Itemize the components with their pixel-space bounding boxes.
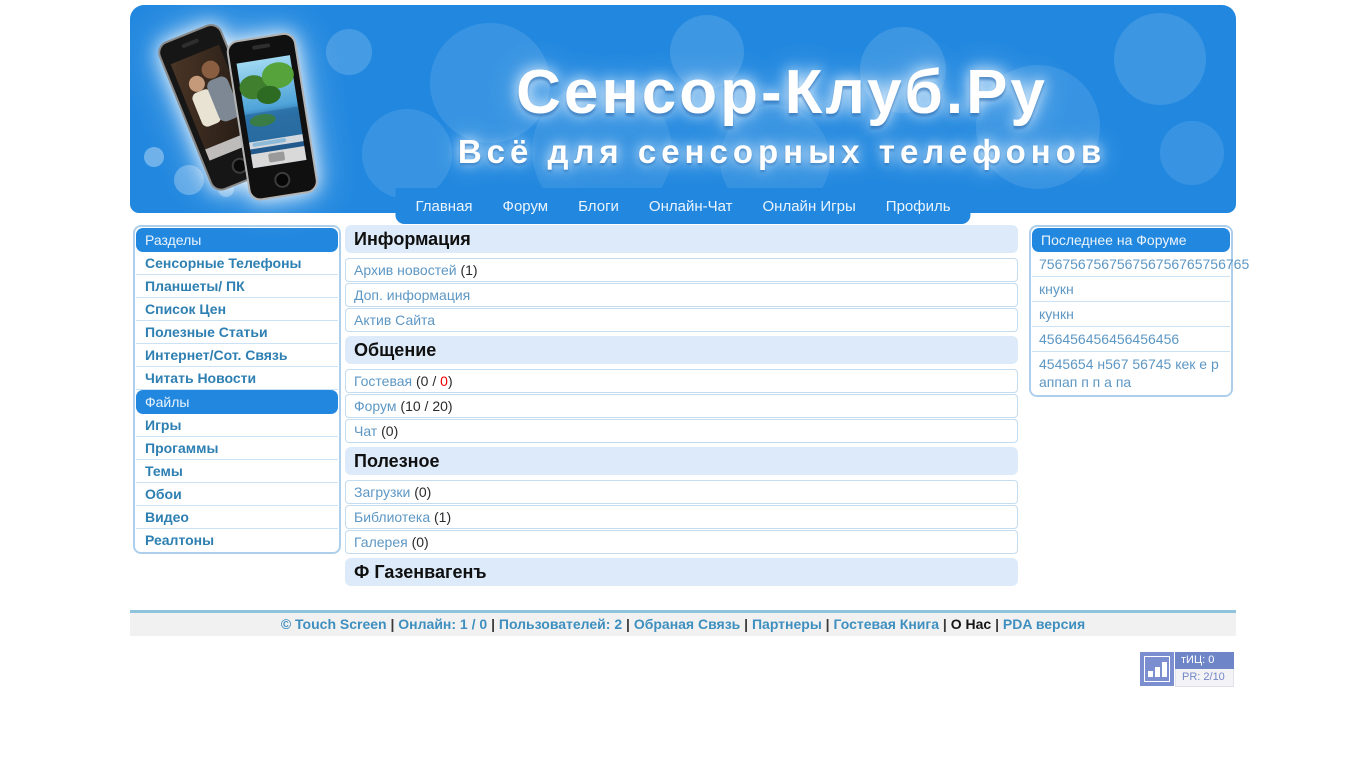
nav-item[interactable]: Онлайн Игры (763, 198, 856, 215)
tic-value: тИЦ: 0 (1175, 652, 1234, 669)
footer-separator: | (487, 616, 499, 632)
nav-item[interactable]: Профиль (886, 198, 951, 215)
forum-latest-item[interactable]: кнукн (1032, 277, 1230, 302)
section-row-link[interactable]: Загрузки (354, 484, 410, 500)
sidebar-item[interactable]: Видео (136, 506, 338, 529)
section-row-link[interactable]: Галерея (354, 534, 408, 550)
sidebar-item[interactable]: Полезные Статьи (136, 321, 338, 344)
sidebar-group-header: Файлы (136, 390, 338, 414)
section-row-link[interactable]: Доп. информация (354, 287, 470, 303)
footer-bar: © Touch Screen | Онлайн: 1 / 0 | Пользов… (130, 610, 1236, 636)
section-row[interactable]: Галерея (0) (345, 530, 1018, 554)
section-row[interactable]: Чат (0) (345, 419, 1018, 443)
section-row-link[interactable]: Актив Сайта (354, 312, 435, 328)
left-sidebar: Разделы Сенсорные Телефоны Планшеты/ ПК Спи… (133, 225, 341, 554)
forum-latest-list: 756756756756756756765756765 кнукн кункн 456… (1032, 252, 1249, 394)
section-row[interactable]: Актив Сайта (345, 308, 1018, 332)
section-row-link[interactable]: Архив новостей (354, 262, 457, 278)
section-row-link[interactable]: Форум (354, 398, 397, 414)
section-row-link[interactable]: Библиотека (354, 509, 430, 525)
footer-separator: | (622, 616, 634, 632)
footer-link[interactable]: Пользователей: 2 (499, 616, 622, 632)
forum-latest-item[interactable]: кункн (1032, 302, 1230, 327)
site-title: Сенсор-Клуб.Ру (516, 58, 1048, 127)
forum-latest-header: Последнее на Форуме (1032, 228, 1230, 252)
section-row[interactable]: Архив новостей (1) (345, 258, 1018, 282)
section-row[interactable]: Гостевая (0 / 0) (345, 369, 1018, 393)
badge-values: тИЦ: 0 PR: 2/10 (1175, 652, 1234, 687)
section-row-link[interactable]: Чат (354, 423, 377, 439)
nav-item[interactable]: Главная (415, 198, 472, 215)
sidebar-item[interactable]: Планшеты/ ПК (136, 275, 338, 298)
sidebar-item[interactable]: Читать Новости (136, 367, 338, 390)
site-subtitle: Всё для сенсорных телефонов (457, 133, 1107, 170)
section-row-count: (0) (411, 534, 429, 550)
section-header: Информация (345, 225, 1018, 253)
badge-row: тИЦ: 0 PR: 2/10 (130, 652, 1236, 687)
section-row-count: (1) (434, 509, 452, 525)
footer-link[interactable]: Партнеры (752, 616, 822, 632)
section-header: Ф Газенвагенъ (345, 558, 1018, 586)
main-nav: Главная Форум Блоги Онлайн-Чат Онлайн Игры Пр… (395, 188, 971, 224)
nav-item[interactable]: Блоги (578, 198, 619, 215)
footer-link[interactable]: Обраная Связь (634, 616, 740, 632)
footer-separator: | (740, 616, 752, 632)
section-row-count: 0 (440, 373, 448, 389)
section-row-count: (0 / (416, 373, 441, 389)
nav-item[interactable]: Онлайн-Чат (649, 198, 733, 215)
sidebar-item[interactable]: Интернет/Сот. Связь (136, 344, 338, 367)
section-row-count: (10 / 20) (400, 398, 453, 414)
site-header: Сенсор-Клуб.Ру Всё для сенсорных телефон… (130, 5, 1236, 224)
forum-latest-item[interactable]: 4545654 н567 56745 кек е р аппап п п а п… (1032, 352, 1230, 394)
section-row-link[interactable]: Гостевая (354, 373, 412, 389)
footer-link[interactable]: © Touch Screen (281, 616, 387, 632)
forum-latest-item[interactable]: 456456456456456456 (1032, 327, 1230, 352)
footer-link[interactable]: PDA версия (1003, 616, 1085, 632)
sidebar-item[interactable]: Темы (136, 460, 338, 483)
pr-value: PR: 2/10 (1175, 669, 1234, 687)
footer-separator: | (386, 616, 399, 632)
sidebar-item[interactable]: Реалтоны (136, 529, 338, 551)
section-row[interactable]: Форум (10 / 20) (345, 394, 1018, 418)
sidebar-item[interactable]: Список Цен (136, 298, 338, 321)
footer-separator: | (821, 616, 834, 632)
footer-link[interactable]: Онлайн: 1 / 0 (398, 616, 487, 632)
section-row-count: (1) (460, 262, 478, 278)
forum-latest-item[interactable]: 756756756756756756765756765 (1032, 252, 1249, 277)
bar-chart-icon (1140, 652, 1174, 686)
sidebar-group-header: Разделы (136, 228, 338, 252)
footer-separator: | (991, 616, 1003, 632)
footer-separator: | (939, 616, 951, 632)
sidebar-item[interactable]: Прогаммы (136, 437, 338, 460)
right-sidebar: Последнее на Форуме 75675675675675675676… (1029, 225, 1249, 397)
sidebar-item[interactable]: Обои (136, 483, 338, 506)
rating-badge[interactable]: тИЦ: 0 PR: 2/10 (1140, 652, 1234, 687)
section-row[interactable]: Доп. информация (345, 283, 1018, 307)
section-header: Общение (345, 336, 1018, 364)
section-header: Полезное (345, 447, 1018, 475)
content-columns: Разделы Сенсорные Телефоны Планшеты/ ПК Спи… (130, 225, 1249, 591)
footer-link[interactable]: Гостевая Книга (834, 616, 940, 632)
section-row-count: ) (447, 373, 453, 389)
main-content: Информация Архив новостей (1) Доп. информа… (345, 225, 1018, 591)
section-row-count: (0) (414, 484, 432, 500)
phones-logo-image (158, 11, 330, 207)
section-row[interactable]: Библиотека (1) (345, 505, 1018, 529)
nav-item[interactable]: Форум (503, 198, 549, 215)
page-wrapper: Сенсор-Клуб.Ру Всё для сенсорных телефон… (130, 5, 1249, 687)
footer-link[interactable]: О Нас (951, 616, 991, 632)
section-row-count: (0) (381, 423, 399, 439)
section-row[interactable]: Загрузки (0) (345, 480, 1018, 504)
sidebar-item[interactable]: Игры (136, 414, 338, 437)
sidebar-item[interactable]: Сенсорные Телефоны (136, 252, 338, 275)
